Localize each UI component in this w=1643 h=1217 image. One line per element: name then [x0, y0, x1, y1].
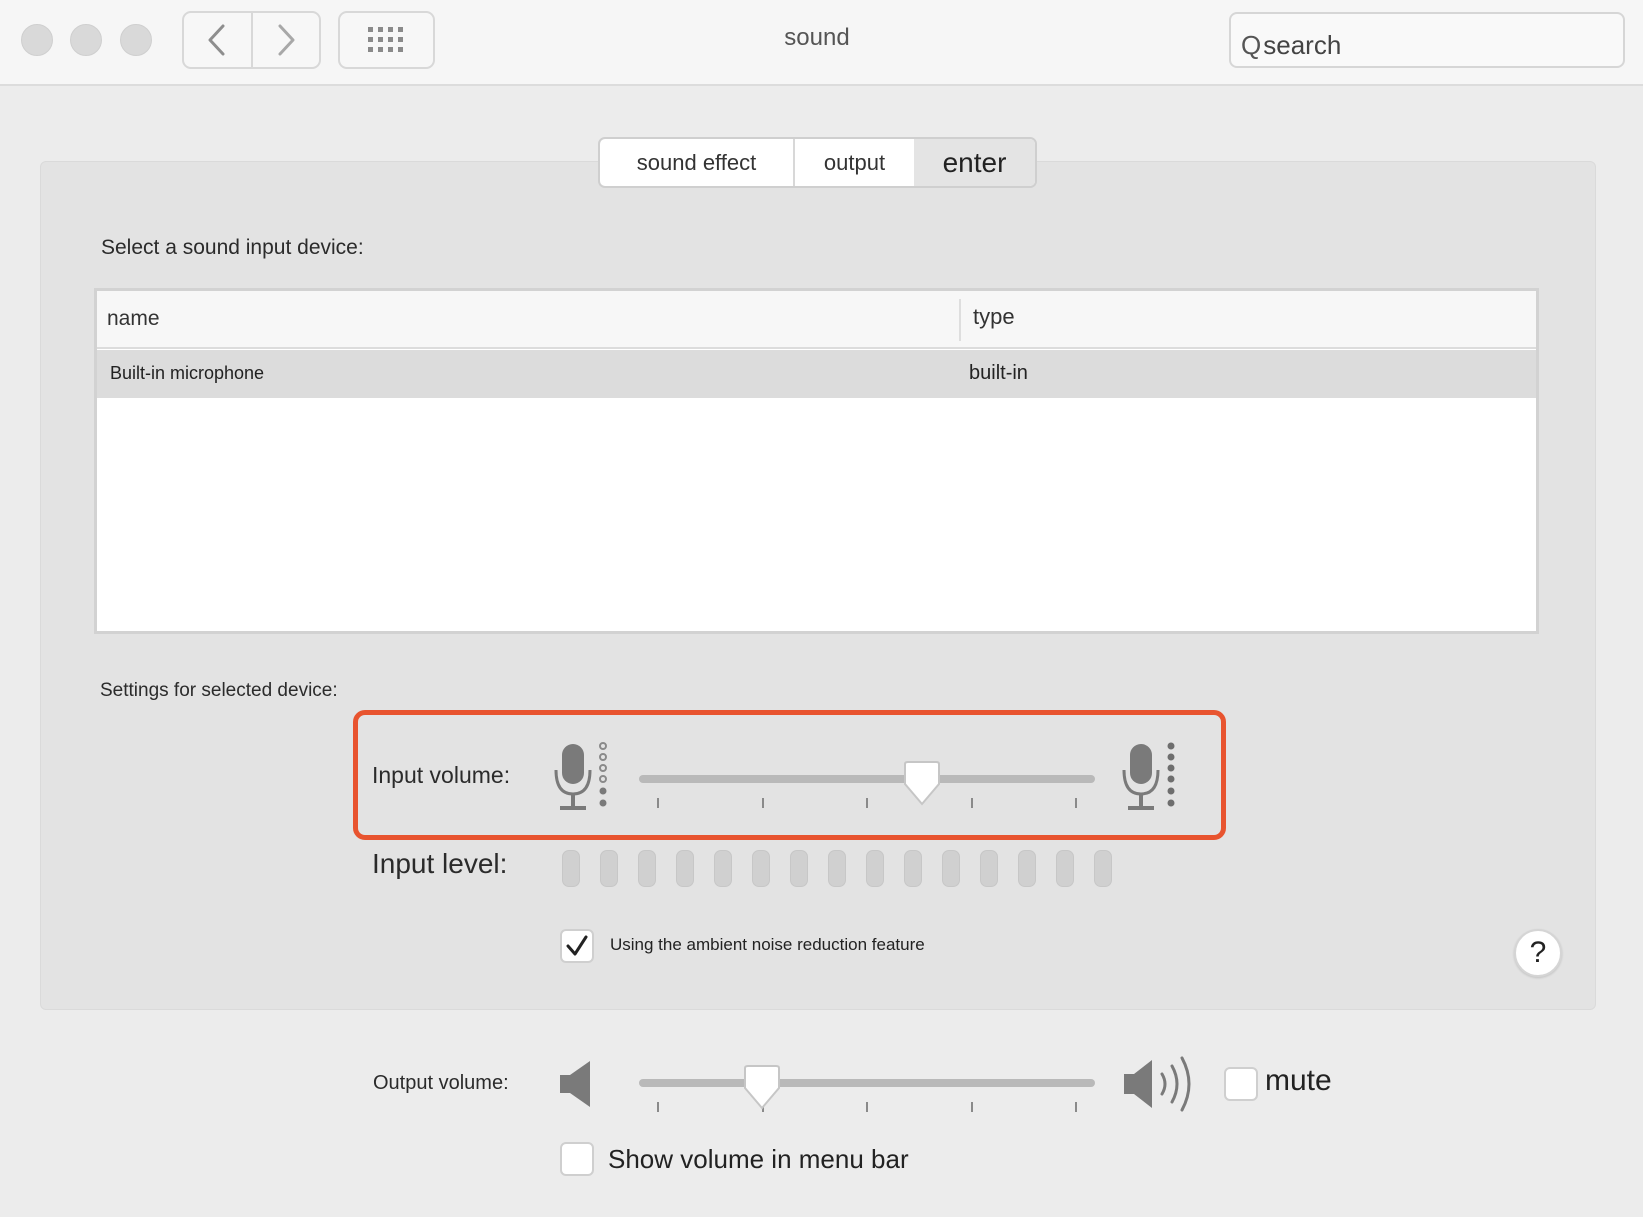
tab-enter[interactable]: enter [914, 139, 1035, 186]
level-bar [638, 850, 656, 887]
level-bar [828, 850, 846, 887]
slider-tick [971, 798, 973, 808]
mute-checkbox[interactable] [1224, 1067, 1258, 1101]
slider-tick [971, 1102, 973, 1112]
tab-output[interactable]: output [793, 139, 914, 186]
level-bar [942, 850, 960, 887]
slider-thumb[interactable] [742, 1064, 782, 1112]
maximize-icon[interactable] [120, 24, 152, 56]
minimize-icon[interactable] [70, 24, 102, 56]
tab-sound-effect[interactable]: sound effect [600, 139, 793, 186]
level-bar [676, 850, 694, 887]
navigation-buttons [182, 11, 321, 69]
device-table: name type Built-in microphone built-in [94, 288, 1539, 634]
level-bar [904, 850, 922, 887]
input-volume-slider[interactable] [639, 761, 1095, 808]
output-volume-label: Output volume: [373, 1072, 509, 1094]
slider-track [639, 775, 1095, 783]
slider-track [639, 1079, 1095, 1087]
checkmark-icon [566, 935, 588, 956]
level-bar [1056, 850, 1074, 887]
column-header-type[interactable]: type [973, 304, 1015, 330]
title-bar: sound Q search [0, 0, 1643, 86]
device-type-cell: built-in [969, 362, 1028, 384]
select-device-label: Select a sound input device: [101, 236, 364, 259]
microphone-high-icon [1122, 742, 1175, 810]
slider-thumb[interactable] [902, 760, 942, 808]
slider-tick [866, 1102, 868, 1112]
show-volume-in-menu-bar-checkbox[interactable] [560, 1142, 594, 1176]
search-input[interactable]: Q search [1229, 12, 1625, 68]
slider-tick [1075, 1102, 1077, 1112]
tab-bar: sound effect output enter [598, 137, 1037, 188]
grid-icon [367, 27, 403, 52]
level-bar [752, 850, 770, 887]
column-divider[interactable] [959, 299, 961, 341]
noise-reduction-checkbox[interactable] [560, 929, 594, 963]
input-level-meter [562, 850, 1112, 888]
chevron-left-icon [208, 24, 225, 56]
chevron-right-icon [278, 24, 295, 56]
slider-tick [1075, 798, 1077, 808]
search-placeholder: search [1263, 29, 1342, 60]
microphone-low-icon [554, 742, 607, 810]
level-bar [790, 850, 808, 887]
level-bar [1094, 850, 1112, 887]
mute-label: mute [1265, 1064, 1332, 1097]
back-button[interactable] [184, 13, 251, 67]
output-volume-slider[interactable] [639, 1065, 1095, 1112]
device-name-cell: Built-in microphone [110, 363, 265, 383]
column-header-name[interactable]: name [107, 307, 160, 331]
slider-tick [762, 798, 764, 808]
level-bar [1018, 850, 1036, 887]
slider-tick [866, 798, 868, 808]
slider-tick [657, 798, 659, 808]
table-row[interactable]: Built-in microphone built-in [97, 350, 1536, 398]
show-all-button[interactable] [338, 11, 435, 69]
show-volume-in-menu-bar-label: Show volume in menu bar [608, 1144, 909, 1174]
close-icon[interactable] [21, 24, 53, 56]
speaker-high-icon [1124, 1056, 1191, 1112]
input-volume-label: Input volume: [372, 762, 511, 788]
window-title: sound [784, 24, 850, 51]
level-bar [562, 850, 580, 887]
help-button[interactable]: ? [1514, 929, 1562, 977]
search-icon: Q [1241, 29, 1262, 60]
slider-tick [657, 1102, 659, 1112]
input-level-label: Input level: [372, 848, 508, 879]
forward-button[interactable] [250, 13, 320, 67]
settings-label: Settings for selected device: [100, 680, 338, 701]
speaker-low-icon [560, 1061, 590, 1107]
level-bar [600, 850, 618, 887]
table-header: name type [97, 291, 1536, 349]
level-bar [866, 850, 884, 887]
level-bar [714, 850, 732, 887]
noise-reduction-label: Using the ambient noise reduction featur… [610, 935, 925, 954]
level-bar [980, 850, 998, 887]
